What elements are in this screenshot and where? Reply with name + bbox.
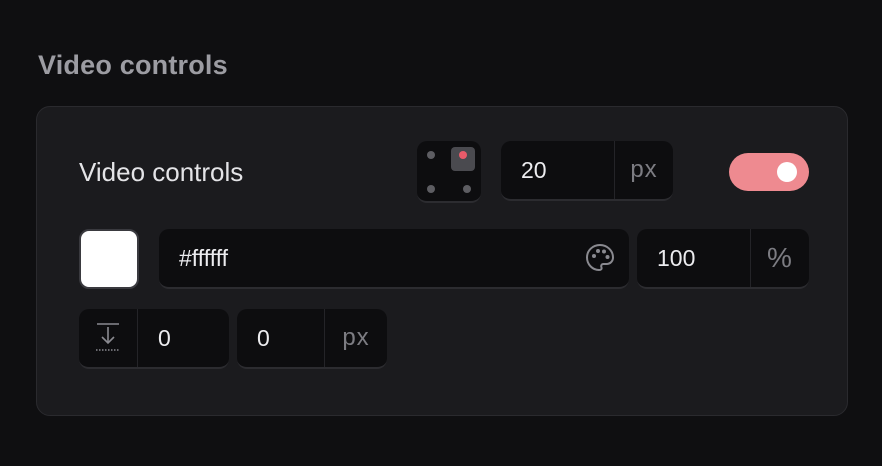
- video-controls-panel: Video controls 20 px #ffffff 100 % 0 0 p…: [36, 106, 848, 416]
- margin-value[interactable]: 0: [138, 309, 229, 367]
- video-controls-label: Video controls: [79, 157, 244, 187]
- position-picker[interactable]: [417, 141, 481, 203]
- palette-icon[interactable]: [571, 229, 629, 287]
- active-position-dot: [459, 151, 467, 159]
- hex-color-input[interactable]: #ffffff: [159, 229, 629, 289]
- spacing-input[interactable]: 0 px: [237, 309, 387, 369]
- video-controls-toggle[interactable]: [729, 153, 809, 191]
- opacity-input[interactable]: 100 %: [637, 229, 809, 289]
- offset-input[interactable]: 20 px: [501, 141, 673, 201]
- opacity-value[interactable]: 100: [637, 229, 750, 287]
- align-bottom-icon[interactable]: [79, 309, 138, 367]
- toggle-knob: [777, 162, 797, 182]
- spacing-unit: px: [324, 309, 387, 367]
- section-title: Video controls: [38, 50, 228, 80]
- position-top-right-selected[interactable]: [451, 147, 475, 171]
- position-bottom-left[interactable]: [427, 185, 435, 193]
- spacing-value[interactable]: 0: [237, 309, 324, 367]
- offset-unit: px: [614, 141, 673, 199]
- margin-input[interactable]: 0: [79, 309, 229, 369]
- position-top-left[interactable]: [427, 151, 435, 159]
- color-swatch[interactable]: [79, 229, 139, 289]
- hex-value[interactable]: #ffffff: [159, 229, 571, 287]
- position-bottom-right[interactable]: [463, 185, 471, 193]
- offset-value[interactable]: 20: [501, 141, 614, 199]
- opacity-unit: %: [750, 229, 809, 287]
